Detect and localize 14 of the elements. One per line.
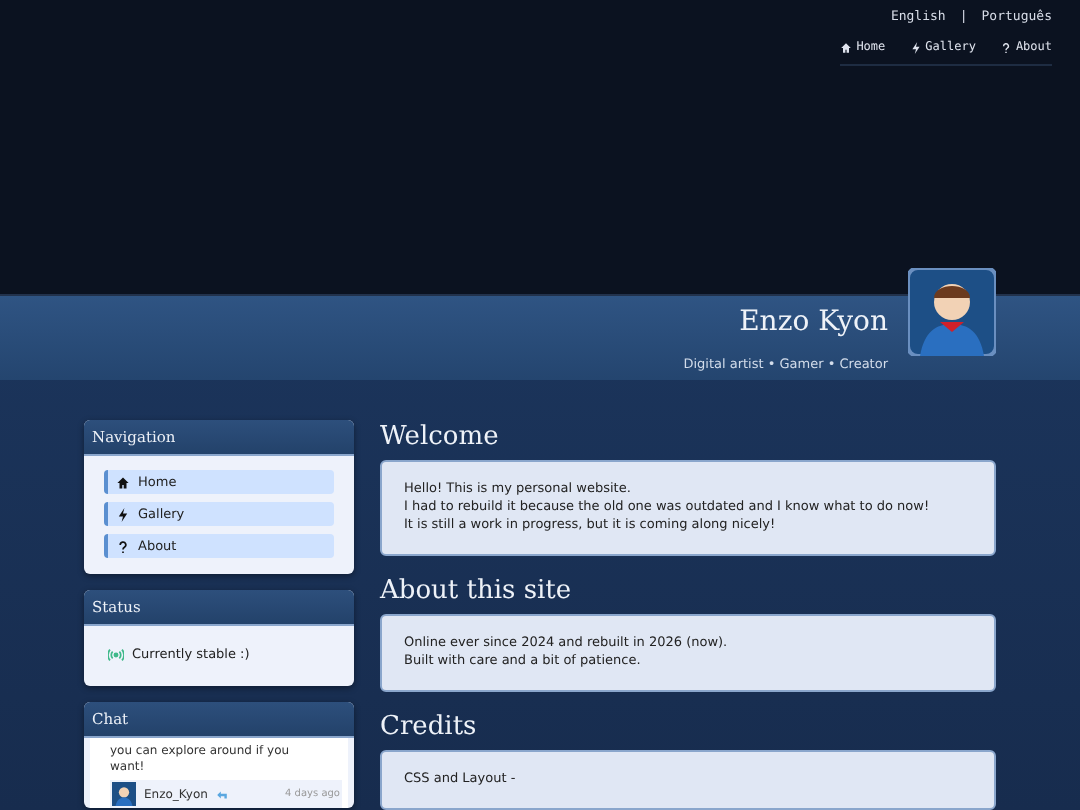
avatar-icon — [908, 268, 996, 356]
home-icon — [116, 475, 130, 489]
section-title: Credits — [380, 712, 479, 742]
question-icon — [999, 41, 1012, 53]
question-icon — [116, 539, 130, 553]
home-icon — [840, 41, 853, 53]
avatar-icon — [112, 782, 136, 807]
profile-name: Enzo Kyon — [737, 306, 888, 338]
section-title: About this site — [380, 576, 574, 606]
bolt-icon — [116, 507, 130, 521]
signal-icon — [108, 647, 124, 661]
bolt-icon — [909, 41, 922, 53]
reply-icon — [215, 789, 228, 800]
section-title: Welcome — [380, 422, 501, 452]
